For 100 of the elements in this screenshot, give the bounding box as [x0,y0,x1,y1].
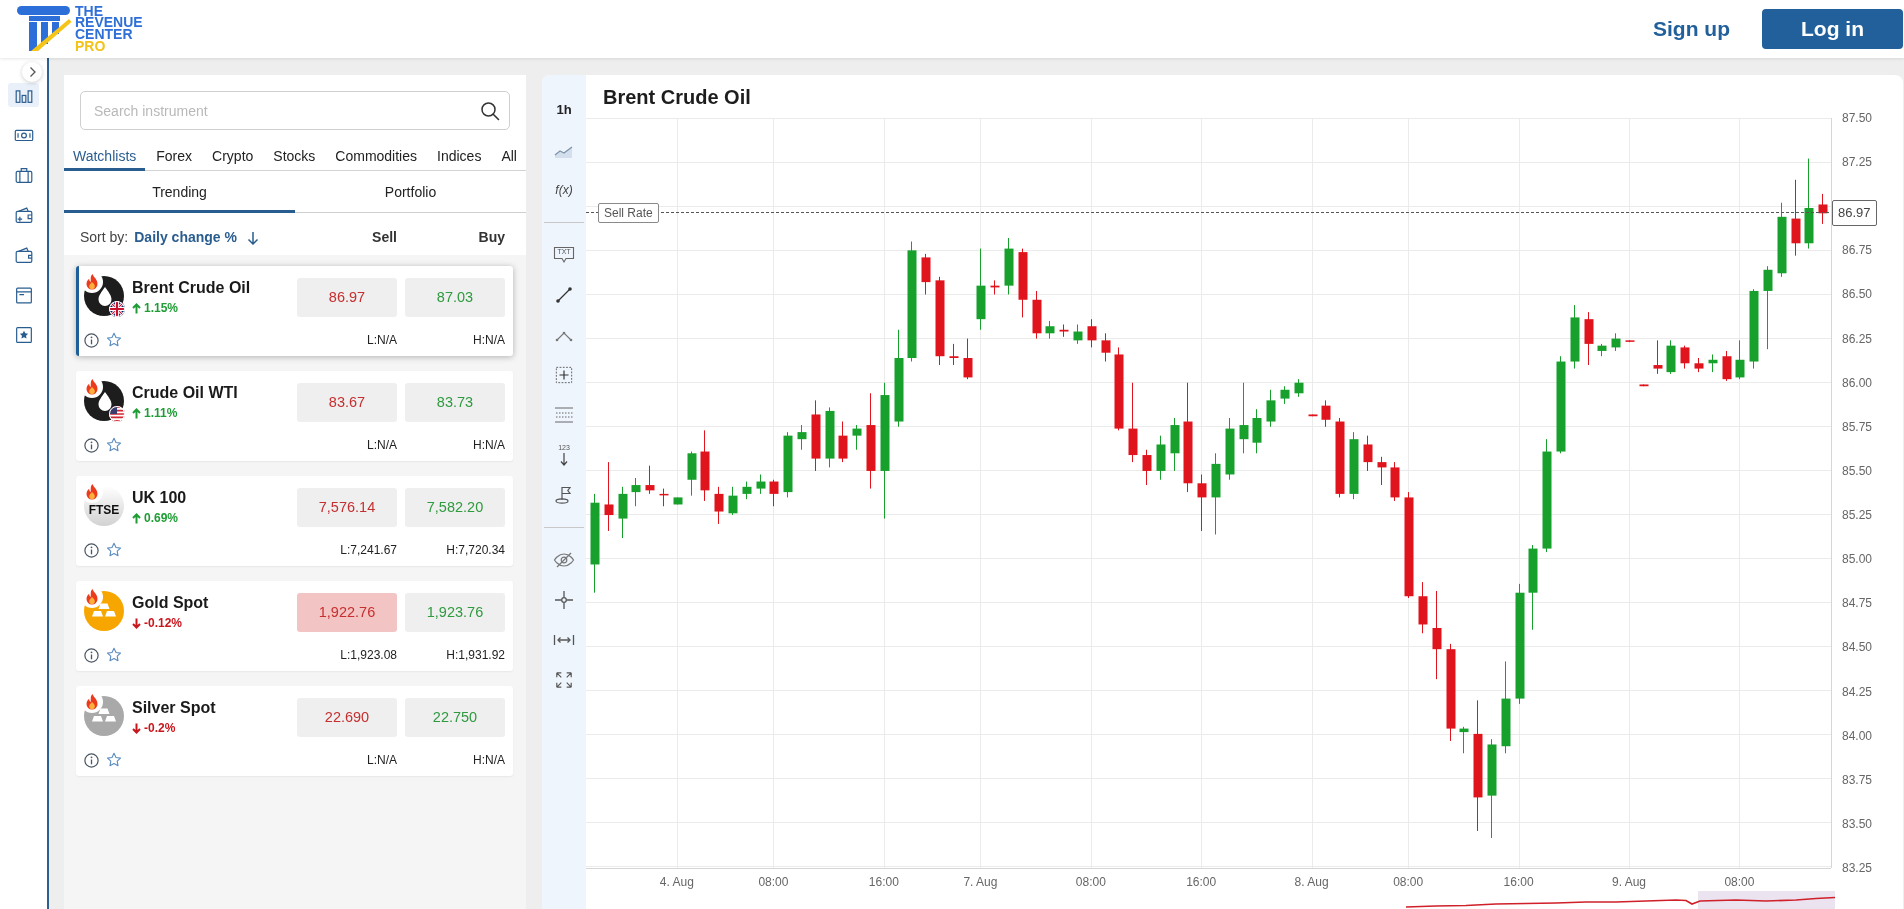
log-in-button[interactable]: Log in [1762,9,1903,49]
star-icon[interactable] [106,542,122,558]
sell-price-button[interactable]: 86.97 [297,278,397,317]
interval-button[interactable]: 1h [544,90,584,130]
category-tab[interactable]: Stocks [264,142,325,171]
instrument-card[interactable]: Crude Oil WTI 1.11% 83.67 83.73 L:N/A H:N/A [76,371,513,461]
price-tag: 86.97 [1832,199,1877,226]
sell-price-button[interactable]: 22.690 [297,698,397,737]
low-price: L:N/A [367,752,397,769]
category-tab[interactable]: Watchlists [64,142,146,171]
candlestick [728,486,738,516]
chevron-right-icon [27,66,37,78]
instrument-name: Silver Spot [132,698,216,717]
sort-field-button[interactable]: Daily change % [134,227,237,248]
axis-label: 8. Aug [1294,875,1329,889]
axis-label: 87.25 [1842,155,1873,170]
instrument-card[interactable]: FTSE UK 100 0.69% 7,576.14 7,582.20 L:7,241.67 H:7,720.34 [76,476,513,566]
logo-text: THE [75,5,103,18]
daily-change: -0.2% [144,721,176,736]
candlestick [1087,318,1097,348]
candlestick [1708,353,1718,373]
candlestick [1308,413,1318,417]
speech-bubble-icon [553,246,575,264]
search-field[interactable]: Search instrument [80,91,510,130]
category-tab[interactable]: Forex [147,142,202,171]
list-tab[interactable]: Trending [64,171,295,213]
instrument-name: Crude Oil WTI [132,383,238,402]
star-icon[interactable] [106,437,122,453]
low-price: L:7,241.67 [340,542,397,559]
candlestick [1294,378,1304,398]
sell-price-button[interactable]: 83.67 [297,383,397,422]
candlestick [714,486,724,525]
candlestick [1018,248,1028,318]
price-line-label: Sell Rate [598,202,659,223]
instrument-card[interactable]: Silver Spot -0.2% 22.690 22.750 L:N/A H:N/A [76,686,513,776]
nav-button[interactable] [8,83,39,107]
logo-text: REVENUE [75,17,143,29]
candlestick [1597,343,1607,357]
search-icon[interactable] [480,100,500,121]
star-icon[interactable] [106,647,122,663]
candlestick [1611,332,1621,352]
axis-label: 4. Aug [659,875,694,889]
axis-label: 84.00 [1842,728,1873,743]
star-icon[interactable] [106,752,122,768]
candlestick [990,279,1000,295]
candlestick [1390,461,1400,502]
info-icon[interactable] [84,647,99,663]
candlestick [618,486,628,539]
candlestick [1584,311,1594,366]
info-icon[interactable] [84,752,99,768]
candlestick [1156,435,1166,481]
candlestick [852,424,862,451]
axis-label: 08:00 [1075,875,1106,889]
candlestick [742,481,752,500]
axis-label: 85.25 [1842,508,1873,523]
navigator-selection[interactable] [1698,891,1835,909]
axis-label: 83.25 [1842,861,1873,875]
candlestick [797,424,807,451]
logo-text: CENTER [75,29,133,41]
category-tab[interactable]: Crypto [203,142,263,171]
low-price: L:1,923.08 [340,647,397,664]
candlestick [1377,456,1387,486]
instrument-card[interactable]: Brent Crude Oil 1.15% 86.97 87.03 L:N/A H:N/A [76,266,513,356]
high-price: H:N/A [473,332,505,349]
sell-price-button[interactable]: 7,576.14 [297,488,397,527]
axis-label: 7. Aug [963,875,998,889]
sign-up-link[interactable]: Sign up [1653,13,1730,45]
star-icon[interactable] [106,332,122,348]
candlestick [769,479,779,507]
high-price: H:1,931.92 [446,647,505,664]
candlestick [1639,383,1649,387]
candlestick [1101,332,1111,363]
category-tab[interactable]: Indices [428,142,491,171]
category-tab[interactable]: Commodities [326,142,427,171]
candlestick [1142,449,1152,486]
info-icon[interactable] [84,437,99,453]
candlestick [1363,435,1373,472]
category-tab[interactable]: All [492,142,526,171]
flag-icon [554,485,574,505]
sort-label: Sort by: [80,228,129,247]
info-icon[interactable] [84,542,99,558]
function-button[interactable]: f(x) [544,170,584,210]
arrow-down-icon[interactable] [246,230,259,245]
axis-label: 86.75 [1842,243,1873,258]
expand-icon [555,671,573,689]
info-icon[interactable] [84,332,99,348]
candlestick [631,477,641,507]
instrument-card[interactable]: Gold Spot -0.12% 1,922.76 1,923.76 L:1,923.08 H:1,931.92 [76,581,513,671]
list-tab[interactable]: Portfolio [295,171,526,213]
axis-label: 83.50 [1842,816,1873,831]
axis-label: 9. Aug [1612,875,1646,889]
candlestick [756,473,766,495]
sell-price-button[interactable]: 1,922.76 [297,593,397,632]
daily-change: -0.12% [144,616,183,631]
candlestick [1625,339,1635,343]
candlestick [1073,323,1083,345]
candlestick [825,406,835,468]
expand-button[interactable] [22,62,42,82]
line-segment-icon [554,285,574,305]
axis-label: 86.25 [1842,331,1873,346]
